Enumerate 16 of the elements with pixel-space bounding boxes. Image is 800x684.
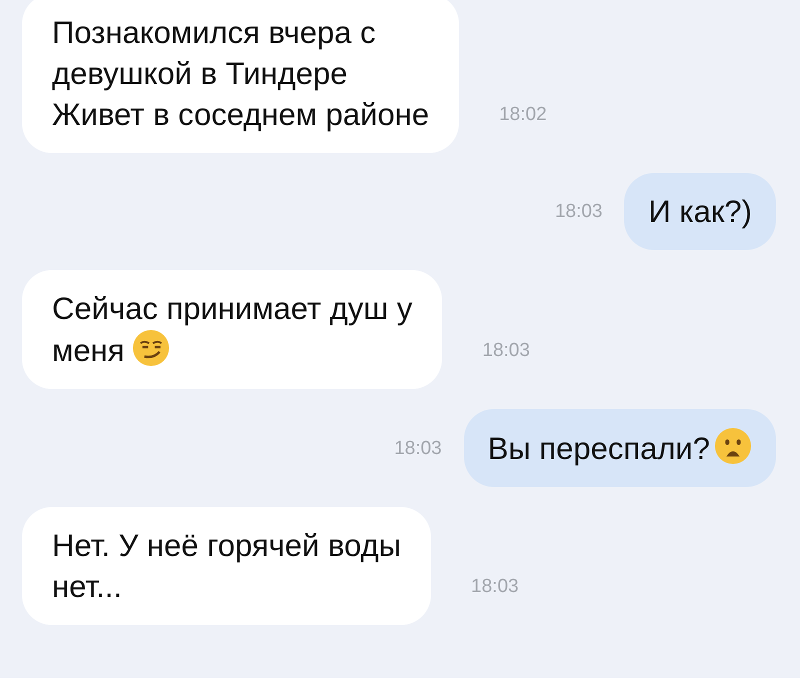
message-line: девушкой в Тиндере	[52, 56, 348, 91]
message-time: 18:02	[499, 102, 547, 126]
message-time: 18:03	[554, 200, 602, 224]
message-time: 18:03	[471, 574, 519, 598]
smirking-face-icon	[132, 329, 170, 367]
message-line: нет...	[52, 569, 122, 604]
message-time: 18:03	[394, 436, 442, 460]
message-line: Сейчас принимает душ у	[52, 291, 412, 326]
message-line: Познакомился вчера с	[52, 15, 376, 50]
message-line: И как?)	[648, 194, 752, 229]
message-line: меня	[52, 333, 124, 368]
message-line: Вы переспали?	[488, 431, 710, 466]
message-line: Живет в соседнем районе	[52, 97, 430, 132]
frowning-face-icon	[714, 427, 752, 465]
message-time: 18:03	[482, 338, 530, 362]
message-line: Нет. У неё горячей воды	[52, 528, 402, 563]
